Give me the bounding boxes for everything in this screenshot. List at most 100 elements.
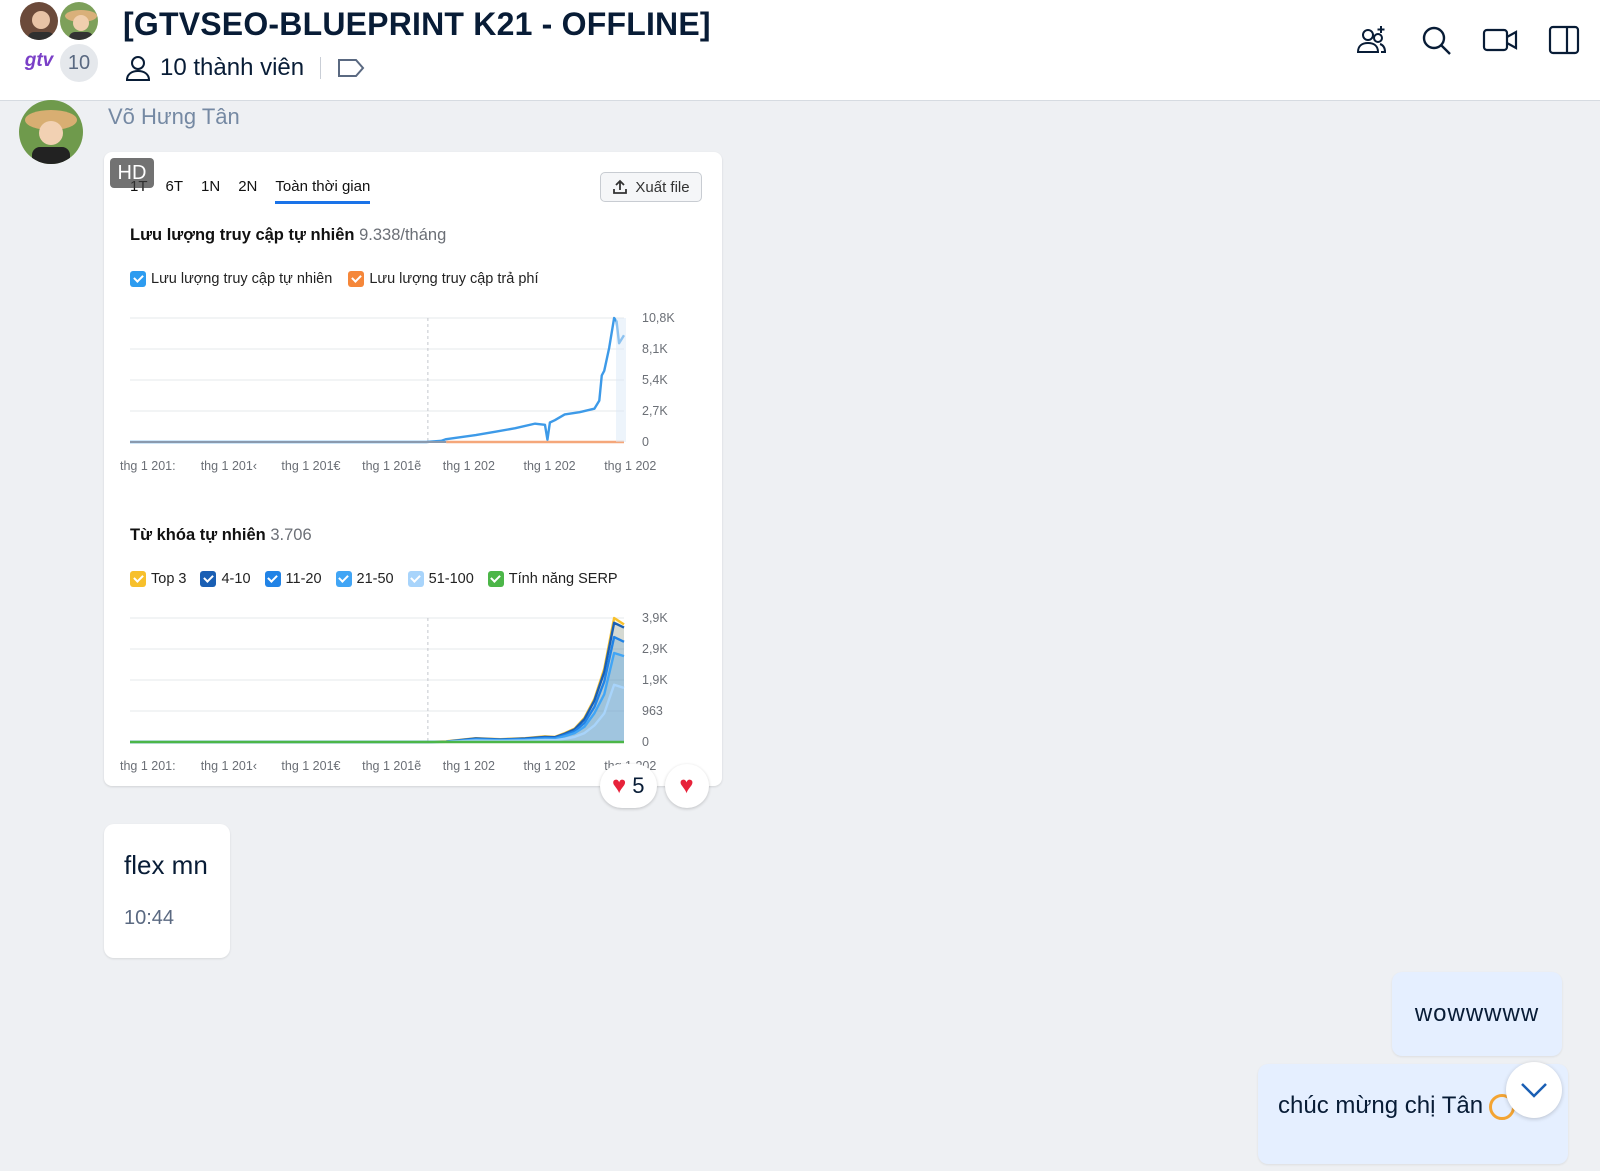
- y-tick-label: 0: [642, 735, 649, 749]
- x-tick-label: thg 1 201:: [120, 759, 176, 773]
- x-tick-label: thg 1 202: [604, 459, 656, 473]
- legend-21-50[interactable]: 21-50: [335, 571, 394, 587]
- reactions: ♥ 5 ♥: [600, 764, 709, 808]
- traffic-value: 9.338/tháng: [359, 226, 447, 244]
- keywords-value: 3.706: [270, 526, 312, 544]
- checkbox-icon: [130, 271, 146, 287]
- series-line: [130, 635, 625, 744]
- x-tick-label: thg 1 202: [524, 459, 576, 473]
- legend-organic-traffic[interactable]: Lưu lượng truy cập tự nhiên: [130, 271, 332, 287]
- checkbox-icon: [200, 571, 217, 587]
- react-button[interactable]: ♥: [664, 764, 709, 808]
- member-info: 10 thành viên: [124, 52, 365, 84]
- person-icon[interactable]: [124, 54, 152, 82]
- scroll-down-button[interactable]: [1506, 1062, 1562, 1118]
- checkbox-icon: [487, 571, 504, 587]
- legend-label: Lưu lượng truy cập tự nhiên: [151, 271, 333, 287]
- y-tick-label: 2,7K: [642, 404, 668, 418]
- series-area: [130, 622, 624, 742]
- y-tick-label: 2,9K: [642, 642, 668, 656]
- search-icon[interactable]: [1418, 22, 1454, 58]
- member-avatar: [18, 0, 60, 42]
- y-tick-label: 3,9K: [642, 611, 668, 625]
- checkbox-icon: [335, 571, 352, 587]
- time-range-tabs: 1T 6T 1N 2N Toàn thời gian: [130, 178, 371, 204]
- area-shade: [616, 318, 626, 442]
- legend-serp-features[interactable]: Tính năng SERP: [487, 571, 618, 587]
- series-line: [130, 651, 625, 744]
- keywords-chart: 3,9K 2,9K 1,9K 963 0 thg 1 201: thg 1 201‹ thg …: [120, 611, 668, 773]
- tab-2n[interactable]: 2N: [238, 178, 257, 204]
- y-tick-label: 0: [642, 435, 649, 449]
- heart-icon: ♥: [612, 772, 627, 799]
- series-area: [130, 684, 624, 742]
- legend-51-100[interactable]: 51-100: [407, 571, 474, 587]
- member-count-label[interactable]: 10 thành viên: [160, 54, 304, 82]
- legend-11-20[interactable]: 11-20: [264, 571, 322, 587]
- y-tick-label: 5,4K: [642, 373, 668, 387]
- upload-icon: [612, 179, 628, 195]
- keywords-legend: Top 3 4-10 11-20 21-50 51-100 Tính năng …: [130, 571, 618, 587]
- y-tick-label: 1,9K: [642, 673, 668, 687]
- image-message[interactable]: HD 1T 6T 1N 2N Toàn thời gian Xuất file …: [104, 152, 722, 786]
- sender-name[interactable]: Võ Hưng Tân: [108, 104, 240, 130]
- reaction-summary[interactable]: ♥ 5: [600, 764, 657, 808]
- checkbox-icon: [348, 271, 365, 287]
- traffic-chart: 10,8K 8,1K 5,4K 2,7K 0 thg 1 201: thg 1 201‹ th…: [120, 311, 675, 473]
- series-line: [130, 621, 625, 744]
- reaction-count: 5: [632, 773, 645, 798]
- hd-badge: HD: [110, 158, 154, 188]
- gtv-logo: gtv: [24, 50, 54, 71]
- legend-label: Top 3: [151, 571, 187, 587]
- series-area: [130, 652, 624, 742]
- x-tick-label: thg 1 202: [443, 759, 495, 773]
- group-title[interactable]: [GTVSEO-BLUEPRINT K21 - OFFLINE]: [123, 6, 711, 43]
- y-tick-label: 8,1K: [642, 342, 668, 356]
- tag-icon[interactable]: [337, 57, 365, 79]
- legend-paid-traffic[interactable]: Lưu lượng truy cập trả phí: [348, 271, 538, 287]
- heart-icon: ♥: [679, 772, 694, 799]
- tab-6t[interactable]: 6T: [166, 178, 184, 204]
- legend-label: 21-50: [356, 571, 394, 587]
- legend-top3[interactable]: Top 3: [130, 571, 186, 587]
- keywords-title: Từ khóa tự nhiên 3.706: [130, 526, 312, 545]
- traffic-title-text: Lưu lượng truy cập tự nhiên: [130, 226, 355, 244]
- x-tick-label: thg 1 201‹: [201, 459, 257, 473]
- add-member-icon[interactable]: [1354, 22, 1390, 58]
- series-line: [130, 683, 625, 744]
- sender-avatar[interactable]: [19, 100, 83, 164]
- export-button[interactable]: Xuất file: [600, 172, 702, 202]
- member-count-badge: 10: [58, 42, 100, 84]
- my-message[interactable]: wowwwww: [1392, 972, 1562, 1056]
- tab-all-time[interactable]: Toàn thời gian: [275, 178, 371, 204]
- x-tick-label: thg 1 202: [443, 459, 495, 473]
- y-tick-label: 963: [642, 704, 663, 718]
- header-actions: [1354, 22, 1582, 58]
- series-area: [130, 637, 624, 742]
- legend-4-10[interactable]: 4-10: [200, 571, 251, 587]
- x-tick-label: thg 1 201‹: [201, 759, 257, 773]
- x-tick-label: thg 1 201ẽ: [362, 759, 421, 773]
- checkbox-icon: [407, 571, 424, 587]
- legend-label: Lưu lượng truy cập trả phí: [369, 271, 539, 287]
- checkbox-icon: [264, 571, 281, 587]
- message-time: 10:44: [124, 907, 175, 929]
- x-tick-label: thg 1 201€: [281, 759, 340, 773]
- video-call-icon[interactable]: [1482, 22, 1518, 58]
- x-tick-label: thg 1 201€: [281, 459, 340, 473]
- legend-label: 11-20: [285, 571, 322, 587]
- sidebar-toggle-icon[interactable]: [1546, 22, 1582, 58]
- checkbox-icon: [130, 571, 146, 587]
- text-message[interactable]: flex mn 10:44: [104, 824, 230, 958]
- keywords-title-text: Từ khóa tự nhiên: [130, 526, 266, 544]
- x-tick-label: thg 1 202: [524, 759, 576, 773]
- member-avatar: [58, 0, 100, 42]
- traffic-title: Lưu lượng truy cập tự nhiên 9.338/tháng: [130, 226, 446, 245]
- x-tick-label: thg 1 201ẽ: [362, 459, 421, 473]
- group-avatar[interactable]: gtv 10: [18, 0, 102, 84]
- tab-1n[interactable]: 1N: [201, 178, 220, 204]
- export-label: Xuất file: [635, 178, 690, 196]
- message-body: flex mn: [124, 850, 208, 880]
- y-tick-label: 10,8K: [642, 311, 675, 325]
- x-tick-label: thg 1 201:: [120, 459, 176, 473]
